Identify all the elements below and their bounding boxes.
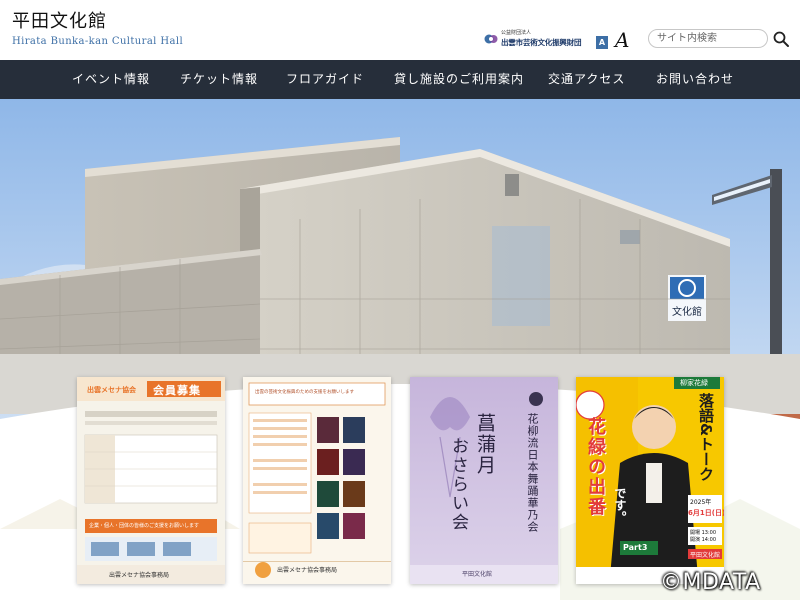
poster-1-footer: 出雲メセナ協会事務局: [109, 572, 170, 579]
search-input[interactable]: [648, 29, 768, 48]
poster-2-artwork: [243, 377, 391, 584]
poster-4-time-open: 開場 13:00: [690, 530, 716, 536]
site-title[interactable]: 平田文化館: [12, 7, 107, 33]
nav-item-facility-rental[interactable]: 貸し施設のご利用案内: [394, 60, 524, 99]
building-sign-text: 文化館: [672, 305, 702, 318]
main-nav: イベント情報 チケット情報 フロアガイド 貸し施設のご利用案内 交通アクセス お…: [0, 60, 800, 99]
poster-karoku-talk[interactable]: 柳家花緑 花緑の出番 です。 落語&トーク Part3 2025年 6月1日(日…: [576, 377, 724, 584]
poster-4-date: 6月1日(日): [688, 509, 724, 517]
nav-item-contact[interactable]: お問い合わせ: [656, 60, 734, 99]
poster-osaraikai[interactable]: 菖蒲月 おさらい会 花柳流日本舞踊華乃会 平田文化館: [410, 377, 558, 584]
nav-item-tickets[interactable]: チケット情報: [180, 60, 258, 99]
poster-4-title-suffix: です。: [613, 487, 627, 523]
nav-item-floor-guide[interactable]: フロアガイド: [286, 60, 364, 99]
poster-mesena-support[interactable]: 出雲の芸術文化振興のための支援をお願いします 出雲メセナ協会事務局: [243, 377, 391, 584]
poster-3-title-line1: 菖蒲月: [474, 413, 496, 476]
font-size-small-button[interactable]: A: [596, 36, 608, 49]
poster-2-footer: 出雲メセナ協会事務局: [277, 567, 338, 574]
font-size-large-button[interactable]: A: [615, 28, 629, 52]
foundation-logo[interactable]: 公益財団法人 出雲市芸術文化振興財団: [484, 29, 586, 49]
poster-1-heading-left: 出雲メセナ協会: [87, 386, 136, 394]
poster-3-title-line2: おさらい会: [448, 437, 468, 532]
poster-4-title-main: 花緑の出番: [585, 417, 606, 517]
poster-4-time-start: 開演 14:00: [690, 537, 716, 543]
poster-mesena-membership[interactable]: 出雲メセナ協会 会員募集 企業・個人・団体の皆様のご支援をお願いします 出雲メセ…: [77, 377, 225, 584]
poster-1-heading-right: 会員募集: [153, 384, 201, 397]
poster-2-heading: 出雲の芸術文化振興のための支援をお願いします: [255, 390, 354, 395]
nav-item-events[interactable]: イベント情報: [72, 60, 150, 99]
poster-4-badge: 柳家花緑: [680, 379, 708, 387]
site-subtitle: Hirata Bunka-kan Cultural Hall: [12, 36, 184, 47]
foundation-type-label: 公益財団法人: [501, 30, 532, 36]
nav-item-access[interactable]: 交通アクセス: [548, 60, 625, 99]
search-icon[interactable]: [772, 30, 790, 48]
poster-4-year: 2025年: [690, 499, 712, 506]
poster-4-part: Part3: [623, 543, 648, 552]
poster-1-artwork: [77, 377, 225, 584]
poster-3-side-title: 花柳流日本舞踊華乃会: [526, 413, 539, 533]
foundation-mark-icon: [484, 34, 498, 44]
foundation-name: 出雲市芸術文化振興財団: [501, 38, 582, 47]
poster-1-sub-label: 企業・個人・団体の皆様のご支援をお願いします: [89, 523, 200, 529]
site-header: 平田文化館 Hirata Bunka-kan Cultural Hall 公益財…: [0, 0, 800, 60]
poster-4-venue: 平田文化館: [690, 552, 721, 559]
copyright-watermark: ©MDATA: [660, 570, 761, 595]
poster-3-venue: 平田文化館: [462, 571, 493, 578]
poster-4-side-title: 落語&トーク: [697, 393, 715, 482]
